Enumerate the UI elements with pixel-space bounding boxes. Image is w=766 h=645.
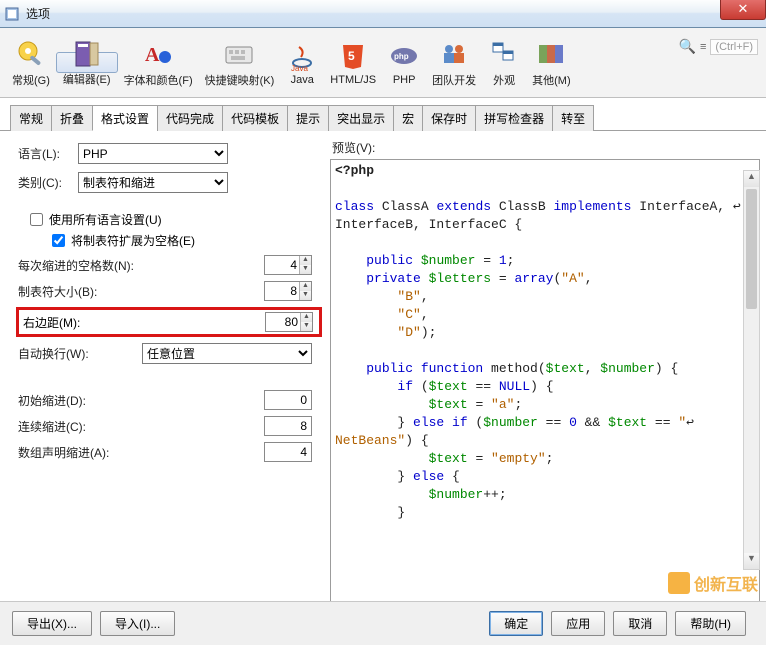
windows-icon <box>488 38 520 70</box>
html5-icon: 5 <box>337 40 369 72</box>
expand-tabs-checkbox[interactable] <box>52 234 65 247</box>
subtab-onsave[interactable]: 保存时 <box>422 105 476 131</box>
editor-icon <box>71 39 103 69</box>
svg-text:php: php <box>394 52 409 61</box>
settings-pane: 语言(L): PHP 类别(C): 制表符和缩进 使用所有语言设置(U) 将制表… <box>0 131 330 621</box>
cancel-button[interactable]: 取消 <box>613 611 667 636</box>
subtab-code-templates[interactable]: 代码模板 <box>222 105 288 131</box>
use-all-languages-label: 使用所有语言设置(U) <box>49 211 162 228</box>
search-icon[interactable]: 🔍 <box>679 38 696 55</box>
subtab-folding[interactable]: 折叠 <box>51 105 93 131</box>
spinner-icon[interactable]: ▲▼ <box>299 282 311 300</box>
misc-icon <box>535 38 567 70</box>
continuation-indent-label: 连续缩进(C): <box>18 418 86 435</box>
right-margin-label: 右边距(M): <box>23 314 80 331</box>
svg-text:Java: Java <box>291 64 308 71</box>
subtab-macros[interactable]: 宏 <box>393 105 423 131</box>
toolbar-php[interactable]: php PHP <box>382 32 426 94</box>
team-icon <box>438 38 470 70</box>
editor-subtabs: 常规 折叠 格式设置 代码完成 代码模板 提示 突出显示 宏 保存时 拼写检查器… <box>0 98 766 131</box>
category-label: 类别(C): <box>18 174 78 191</box>
spinner-icon[interactable]: ▲▼ <box>300 313 312 331</box>
scroll-thumb[interactable] <box>746 189 757 309</box>
watermark: 创新互联 <box>668 571 758 595</box>
svg-text:5: 5 <box>348 49 355 63</box>
array-decl-indent-input[interactable] <box>264 442 312 462</box>
toolbar-fonts-colors[interactable]: A 字体和颜色(F) <box>118 32 199 94</box>
toolbar-java[interactable]: Java Java <box>280 32 324 94</box>
category-select[interactable]: 制表符和缩进 <box>78 172 228 193</box>
spinner-icon[interactable]: ▲▼ <box>299 256 311 274</box>
code-preview: <?php class ClassA extends ClassB implem… <box>330 159 760 621</box>
subtab-general[interactable]: 常规 <box>10 105 52 131</box>
preview-pane: 预览(V): <?php class ClassA extends ClassB… <box>330 131 766 621</box>
footer: 导出(X)... 导入(I)... 确定 应用 取消 帮助(H) <box>0 601 766 645</box>
import-button[interactable]: 导入(I)... <box>100 611 175 636</box>
toolbar-html-js[interactable]: 5 HTML/JS <box>324 32 382 94</box>
subtab-code-completion[interactable]: 代码完成 <box>157 105 223 131</box>
titlebar: 选项 ✕ <box>0 0 766 28</box>
search-hint: (Ctrl+F) <box>710 39 758 55</box>
scroll-down-icon[interactable]: ▼ <box>744 553 759 569</box>
toolbar-team[interactable]: 团队开发 <box>426 32 482 94</box>
php-icon: php <box>388 40 420 72</box>
toolbar-keymap[interactable]: 快捷键映射(K) <box>199 32 281 94</box>
gear-wrench-icon <box>15 38 47 70</box>
subtab-formatting[interactable]: 格式设置 <box>92 105 158 131</box>
line-wrap-label: 自动换行(W): <box>18 345 89 362</box>
array-decl-indent-label: 数组声明缩进(A): <box>18 444 109 461</box>
subtab-highlight[interactable]: 突出显示 <box>328 105 394 131</box>
shortcut-icon: ≡ <box>700 41 706 53</box>
fonts-colors-icon: A <box>142 38 174 70</box>
apply-button[interactable]: 应用 <box>551 611 605 636</box>
java-icon: Java <box>286 40 318 72</box>
language-label: 语言(L): <box>18 145 78 162</box>
search-area: 🔍 ≡ (Ctrl+F) <box>679 38 758 55</box>
spaces-per-indent-label: 每次缩进的空格数(N): <box>18 257 134 274</box>
toolbar-general[interactable]: 常规(G) <box>6 32 56 94</box>
watermark-icon <box>668 572 690 594</box>
scroll-up-icon[interactable]: ▲ <box>744 171 759 187</box>
preview-scrollbar[interactable]: ▲ ▼ <box>743 170 760 570</box>
toolbar-misc[interactable]: 其他(M) <box>526 32 577 94</box>
subtab-hints[interactable]: 提示 <box>287 105 329 131</box>
toolbar-appearance[interactable]: 外观 <box>482 32 526 94</box>
initial-indent-input[interactable] <box>264 390 312 410</box>
expand-tabs-label: 将制表符扩展为空格(E) <box>71 232 195 249</box>
svg-text:A: A <box>145 44 160 66</box>
line-wrap-select[interactable]: 任意位置 <box>142 343 312 364</box>
language-select[interactable]: PHP <box>78 143 228 164</box>
close-button[interactable]: ✕ <box>720 0 766 20</box>
initial-indent-label: 初始缩进(D): <box>18 392 86 409</box>
subtab-goto[interactable]: 转至 <box>552 105 594 131</box>
preview-label: 预览(V): <box>330 137 760 159</box>
help-button[interactable]: 帮助(H) <box>675 611 746 636</box>
continuation-indent-input[interactable] <box>264 416 312 436</box>
use-all-languages-checkbox[interactable] <box>30 213 43 226</box>
right-margin-highlight: 右边距(M): ▲▼ <box>16 307 322 337</box>
ok-button[interactable]: 确定 <box>489 611 543 636</box>
tab-size-label: 制表符大小(B): <box>18 283 97 300</box>
keyboard-icon <box>223 38 255 70</box>
window-title: 选项 <box>26 5 50 22</box>
subtab-spellcheck[interactable]: 拼写检查器 <box>475 105 553 131</box>
main-toolbar: 常规(G) 编辑器(E) A 字体和颜色(F) 快捷键映射(K) Java Ja… <box>0 28 766 98</box>
content: 语言(L): PHP 类别(C): 制表符和缩进 使用所有语言设置(U) 将制表… <box>0 131 766 621</box>
toolbar-editor[interactable]: 编辑器(E) <box>56 52 118 73</box>
export-button[interactable]: 导出(X)... <box>12 611 92 636</box>
app-icon <box>4 6 20 22</box>
